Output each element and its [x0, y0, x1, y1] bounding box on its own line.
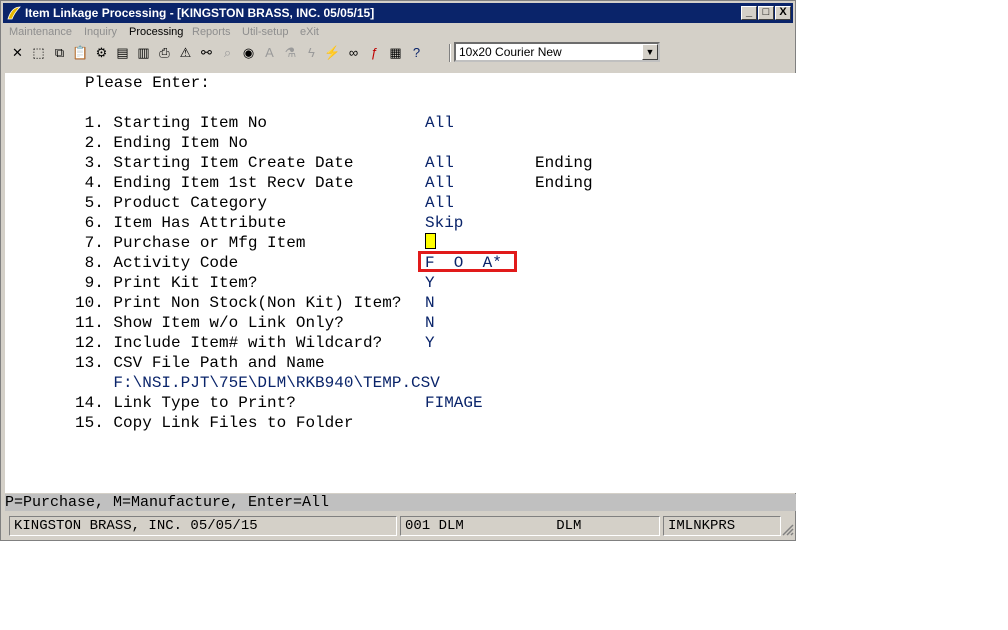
font-size-select[interactable]: 10x20 Courier New ▼	[454, 42, 660, 62]
text-cursor[interactable]	[425, 233, 436, 249]
gear-icon[interactable]: ⚙	[92, 43, 111, 63]
wizard-icon[interactable]: ⚗	[281, 43, 300, 63]
window-title: Item Linkage Processing - [KINGSTON BRAS…	[25, 6, 375, 20]
help-icon[interactable]: ?	[407, 43, 426, 63]
menu-exit[interactable]: eXit	[300, 26, 319, 38]
field-label-link-only: 11. Show Item w/o Link Only?	[75, 314, 344, 332]
field-value-starting-item[interactable]: All	[425, 113, 454, 133]
menu-maintenance[interactable]: Maintenance	[9, 26, 72, 38]
document-icon[interactable]: ▥	[134, 43, 153, 63]
font-size-select-value: 10x20 Courier New	[459, 45, 562, 59]
terminal-screen[interactable]: Please Enter: 1. Starting Item No All 2.…	[5, 73, 796, 493]
field-label-starting-item: 1. Starting Item No	[75, 114, 268, 132]
field-label-csv-path: 13. CSV File Path and Name	[75, 354, 325, 372]
status-bar: KINGSTON BRASS, INC. 05/05/15 001 DLM DL…	[5, 514, 796, 538]
printer-icon[interactable]: ⎙	[155, 43, 174, 63]
magnifier-icon[interactable]: ⌕	[218, 43, 237, 63]
select-icon[interactable]: ⬚	[29, 43, 48, 63]
function-icon[interactable]: ƒ	[365, 43, 384, 63]
form-heading: Please Enter:	[85, 74, 210, 92]
menu-bar: Maintenance Inquiry Processing Reports U…	[5, 24, 793, 41]
field-label-item-attribute: 6. Item Has Attribute	[75, 214, 287, 232]
field-label-ending-item: 2. Ending Item No	[75, 134, 248, 152]
field-label-print-kit: 9. Print Kit Item?	[75, 274, 258, 292]
maximize-button[interactable]: □	[758, 6, 774, 20]
link-icon[interactable]: ∞	[344, 43, 363, 63]
close-button[interactable]: X	[775, 6, 791, 20]
app-icon	[7, 6, 21, 20]
field-value-product-category[interactable]: All	[425, 193, 454, 213]
menu-util-setup[interactable]: Util-setup	[242, 26, 288, 38]
title-bar[interactable]: Item Linkage Processing - [KINGSTON BRAS…	[3, 3, 793, 23]
close-icon[interactable]: ✕	[8, 43, 27, 63]
field-label-activity-code: 8. Activity Code	[75, 254, 239, 272]
field-extra-create-date: Ending	[535, 154, 593, 172]
binoculars-icon[interactable]: ⚯	[197, 43, 216, 63]
field-value-non-stock[interactable]: N	[425, 293, 435, 313]
field-label-create-date: 3. Starting Item Create Date	[75, 154, 354, 172]
print-setup-icon[interactable]: ▤	[113, 43, 132, 63]
warning-icon[interactable]: ⚠	[176, 43, 195, 63]
field-value-wildcard[interactable]: Y	[425, 333, 435, 353]
activity-code-highlight	[418, 251, 517, 272]
field-label-purchase-mfg: 7. Purchase or Mfg Item	[75, 234, 306, 252]
field-value-item-attribute[interactable]: Skip	[425, 213, 463, 233]
status-user: 001 DLM DLM	[400, 516, 660, 536]
minimize-button[interactable]: _	[741, 6, 757, 20]
field-value-link-type[interactable]: FIMAGE	[425, 393, 483, 413]
field-label-link-type: 14. Link Type to Print?	[75, 394, 296, 412]
field-label-recv-date: 4. Ending Item 1st Recv Date	[75, 174, 354, 192]
menu-processing[interactable]: Processing	[129, 26, 183, 38]
menu-reports[interactable]: Reports	[192, 26, 231, 38]
toolbar-separator	[449, 44, 450, 62]
chevron-down-icon[interactable]: ▼	[642, 44, 658, 60]
field-value-print-kit[interactable]: Y	[425, 273, 435, 293]
lightning-icon[interactable]: ϟ	[302, 43, 321, 63]
field-value-recv-date[interactable]: All	[425, 173, 454, 193]
field-label-non-stock: 10. Print Non Stock(Non Kit) Item?	[75, 294, 402, 312]
field-label-wildcard: 12. Include Item# with Wildcard?	[75, 334, 383, 352]
field-label-copy-link: 15. Copy Link Files to Folder	[75, 414, 354, 432]
toolbar: ✕ ⬚ ⧉ 📋 ⚙ ▤ ▥ ⎙ ⚠ ⚯ ⌕ ◉ A ⚗ ϟ ⚡ ∞ ƒ ▦ ? …	[5, 41, 793, 65]
resize-grip-icon[interactable]	[782, 524, 794, 536]
field-extra-recv-date: Ending	[535, 174, 593, 192]
status-company: KINGSTON BRASS, INC. 05/05/15	[9, 516, 397, 536]
field-label-product-category: 5. Product Category	[75, 194, 268, 212]
font-icon[interactable]: A	[260, 43, 279, 63]
copy-icon[interactable]: ⧉	[50, 43, 69, 63]
paste-icon[interactable]: 📋	[71, 43, 90, 63]
macro-icon[interactable]: ⚡	[323, 43, 342, 63]
field-value-create-date[interactable]: All	[425, 153, 454, 173]
calculator-icon[interactable]: ▦	[386, 43, 405, 63]
field-value-csv-path[interactable]: F:\NSI.PJT\75E\DLM\RKB940\TEMP.CSV	[75, 373, 439, 393]
hint-bar: P=Purchase, M=Manufacture, Enter=All	[5, 494, 796, 511]
app-window: Item Linkage Processing - [KINGSTON BRAS…	[0, 0, 796, 541]
field-value-link-only[interactable]: N	[425, 313, 435, 333]
menu-inquiry[interactable]: Inquiry	[84, 26, 117, 38]
status-program: IMLNKPRS	[663, 516, 781, 536]
globe-icon[interactable]: ◉	[239, 43, 258, 63]
